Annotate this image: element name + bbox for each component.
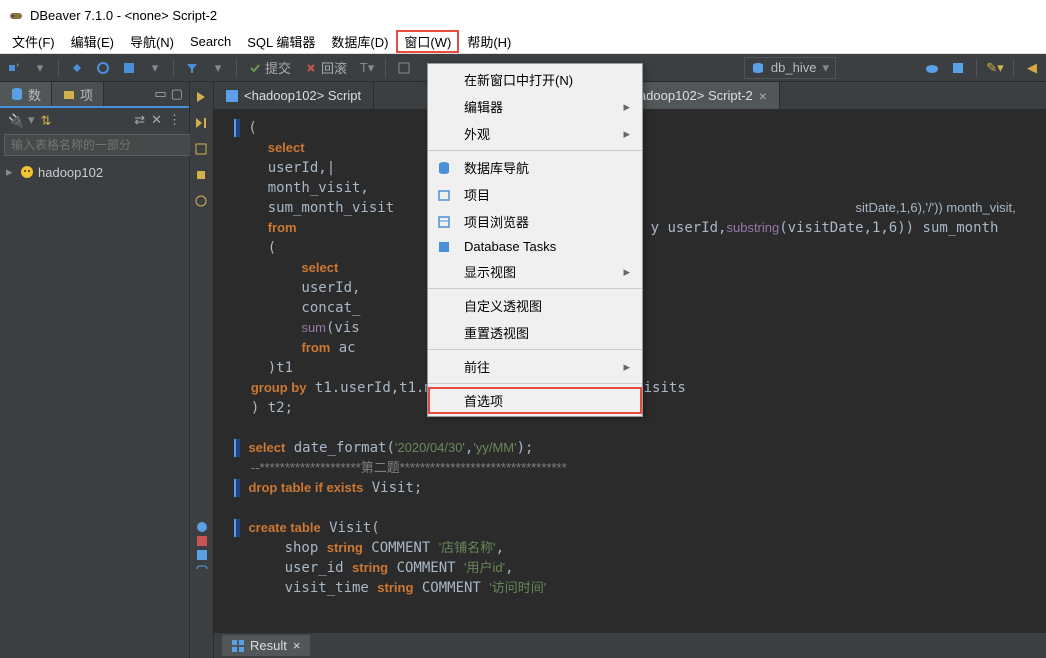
- db-selector[interactable]: db_hive ▾: [744, 57, 836, 79]
- left-panel: 数 项 ▭ ▢ 🔌 ▾ ⇅ ⇄ ✕ ⋮ ▸ hadoop102: [0, 82, 190, 658]
- db-icon: [10, 87, 24, 101]
- menu-window[interactable]: 窗口(W): [396, 30, 459, 53]
- dropdown-icon[interactable]: ▾: [145, 58, 165, 78]
- tree-expand-icon[interactable]: ▸: [6, 164, 16, 180]
- stop-icon[interactable]: [194, 168, 210, 184]
- close-result-icon[interactable]: ×: [293, 638, 301, 653]
- folder-icon: [62, 87, 76, 101]
- editor-tab-script1[interactable]: <hadoop102> Script: [214, 82, 374, 109]
- menu-file[interactable]: 文件(F): [4, 30, 63, 53]
- db-icon: [436, 160, 452, 176]
- db-tree: ▸ hadoop102: [0, 158, 189, 186]
- menu-goto-submenu[interactable]: 前往▸: [428, 353, 642, 380]
- menu-navigate[interactable]: 导航(N): [122, 30, 182, 53]
- menu-preferences[interactable]: 首选项: [428, 387, 642, 414]
- refresh-icon[interactable]: [93, 58, 113, 78]
- titlebar: DBeaver 7.1.0 - <none> Script-2: [0, 0, 1046, 30]
- settings-icon[interactable]: [195, 520, 209, 534]
- menu-edit[interactable]: 编辑(E): [63, 30, 122, 53]
- script-icon: [226, 90, 238, 102]
- rollback-button[interactable]: 回滚: [301, 58, 351, 77]
- commit-button[interactable]: 提交: [245, 58, 295, 77]
- menu-show-view-submenu[interactable]: 显示视图▸: [428, 258, 642, 285]
- editor-gutter-left: [190, 82, 214, 658]
- tab-project[interactable]: 项: [52, 82, 104, 106]
- pencil-icon[interactable]: ✎▾: [985, 58, 1005, 78]
- menu-icon[interactable]: ⋮: [168, 112, 181, 128]
- run-script-icon[interactable]: [194, 116, 210, 132]
- code-fragment: sitDate,1,6),'/')) month_visit,: [855, 200, 1015, 215]
- minimize-icon[interactable]: ▭: [154, 86, 166, 102]
- menu-custom-perspective[interactable]: 自定义透视图: [428, 292, 642, 319]
- save-icon[interactable]: [948, 58, 968, 78]
- left-panel-tabs: 数 项 ▭ ▢: [0, 82, 189, 108]
- app-icon: [8, 7, 24, 23]
- left-toolbar: 🔌 ▾ ⇅ ⇄ ✕ ⋮: [0, 108, 189, 132]
- hive-icon: [20, 165, 34, 179]
- export-icon[interactable]: [195, 534, 209, 548]
- back-icon[interactable]: ◀: [1022, 58, 1042, 78]
- tx-dropdown-icon[interactable]: T▾: [357, 58, 377, 78]
- window-menu-dropdown: 在新窗口中打开(N) 编辑器▸ 外观▸ 数据库导航 项目 项目浏览器 Datab…: [427, 63, 643, 417]
- tasks-icon: [436, 239, 452, 255]
- project-icon: [436, 187, 452, 203]
- menu-sql-editor[interactable]: SQL 编辑器: [239, 30, 323, 53]
- history-icon[interactable]: [194, 194, 210, 210]
- menu-db-nav[interactable]: 数据库导航: [428, 154, 642, 181]
- menu-database[interactable]: 数据库(D): [323, 30, 396, 53]
- menu-reset-perspective[interactable]: 重置透视图: [428, 319, 642, 346]
- explain-icon[interactable]: [194, 142, 210, 158]
- tool-icon[interactable]: ▾: [30, 58, 50, 78]
- tree-item-hadoop102[interactable]: ▸ hadoop102: [6, 162, 183, 182]
- new-connection-icon[interactable]: [4, 58, 24, 78]
- menu-db-tasks[interactable]: Database Tasks: [428, 235, 642, 258]
- collapse-icon[interactable]: ✕: [151, 112, 162, 128]
- menu-search[interactable]: Search: [182, 32, 239, 51]
- titlebar-text: DBeaver 7.1.0 - <none> Script-2: [30, 8, 217, 23]
- run-icon[interactable]: [194, 90, 210, 106]
- grid-icon: [232, 640, 244, 652]
- menu-help[interactable]: 帮助(H): [459, 30, 519, 53]
- tab-project-label: 项: [80, 85, 93, 104]
- import-icon[interactable]: [195, 548, 209, 562]
- sql-icon[interactable]: [119, 58, 139, 78]
- close-tab-icon[interactable]: ×: [759, 88, 767, 104]
- db-selector-label: db_hive: [771, 60, 817, 75]
- filter-icon[interactable]: [182, 58, 202, 78]
- result-tab-label: Result: [250, 638, 287, 653]
- browser-icon: [436, 214, 452, 230]
- plug-icon[interactable]: [67, 58, 87, 78]
- link-icon[interactable]: [195, 562, 209, 576]
- menu-new-window[interactable]: 在新窗口中打开(N): [428, 66, 642, 93]
- cloud-icon[interactable]: [922, 58, 942, 78]
- menu-project-browser[interactable]: 项目浏览器: [428, 208, 642, 235]
- tab-database[interactable]: 数: [0, 82, 52, 106]
- result-panel: Result ×: [214, 632, 1046, 658]
- result-tab[interactable]: Result ×: [222, 635, 310, 656]
- expand-icon[interactable]: ⇄: [134, 112, 145, 128]
- editor-tab-label: <hadoop102> Script: [244, 88, 361, 103]
- menu-editor-submenu[interactable]: 编辑器▸: [428, 93, 642, 120]
- tab-database-label: 数: [28, 85, 41, 104]
- dropdown2-icon[interactable]: ▾: [208, 58, 228, 78]
- filter2-icon[interactable]: ⇅: [41, 113, 55, 127]
- menu-appearance-submenu[interactable]: 外观▸: [428, 120, 642, 147]
- editor-tab-label: <hadoop102> Script-2: [624, 88, 753, 103]
- tree-item-label: hadoop102: [38, 165, 103, 180]
- menubar: 文件(F) 编辑(E) 导航(N) Search SQL 编辑器 数据库(D) …: [0, 30, 1046, 54]
- tree-search-input[interactable]: [4, 134, 193, 156]
- menu-project-item[interactable]: 项目: [428, 181, 642, 208]
- connect-icon[interactable]: 🔌: [8, 113, 22, 127]
- maximize-icon[interactable]: ▢: [171, 86, 183, 102]
- box-icon[interactable]: [394, 58, 414, 78]
